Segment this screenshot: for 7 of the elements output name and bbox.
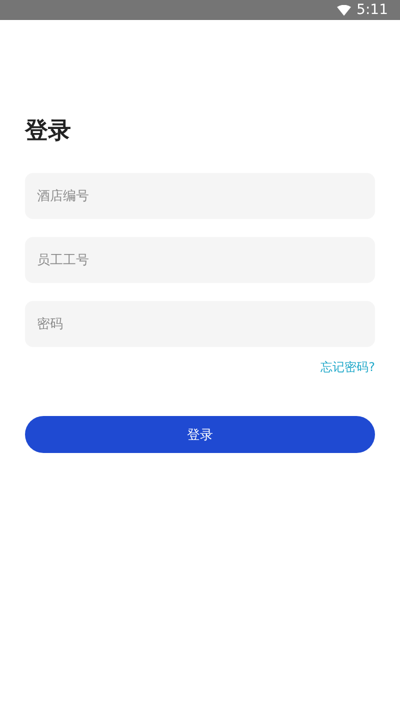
input-field[interactable]: 密码: [25, 301, 375, 347]
status-time: 5:11: [356, 2, 388, 18]
wifi-icon: [336, 4, 351, 16]
input-field[interactable]: 酒店编号: [25, 173, 375, 219]
login-button[interactable]: 登录: [25, 416, 375, 453]
input-field[interactable]: 员工工号: [25, 237, 375, 283]
page-title: 登录: [25, 117, 71, 146]
